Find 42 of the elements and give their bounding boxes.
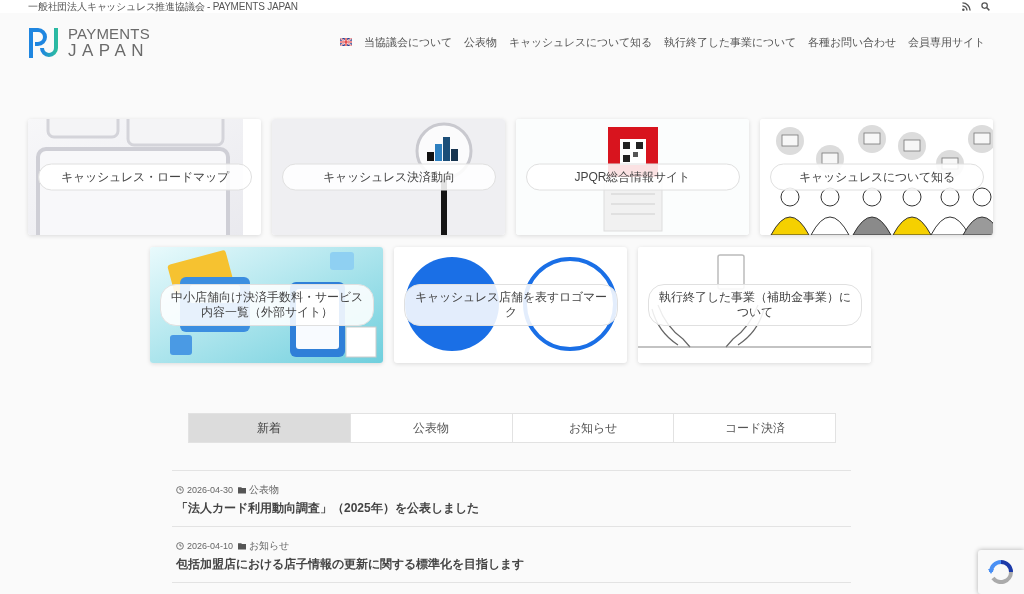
rss-icon[interactable] xyxy=(962,2,971,11)
post-category[interactable]: お知らせ xyxy=(249,538,290,553)
tab[interactable]: お知らせ xyxy=(511,414,674,442)
post-date: 2026-04-10 xyxy=(187,540,234,551)
card-link[interactable]: キャッシュレスについて知る xyxy=(769,163,984,191)
menu-card[interactable]: キャッシュレス決済動向 xyxy=(272,119,505,235)
post-title[interactable]: 包括加盟店における店子情報の更新に関する標準化を目指します xyxy=(176,556,847,572)
tab[interactable]: 公表物 xyxy=(349,414,512,442)
nav-link[interactable]: 当協議会について xyxy=(364,34,452,50)
menu-card[interactable]: キャッシュレス・ロードマップ xyxy=(28,119,261,235)
card-link[interactable]: 中小店舗向け決済手数料・サービス内容一覧（外部サイト） xyxy=(159,284,374,326)
circular-arrows-icon xyxy=(988,559,1014,585)
logo-text: PAYMENTS xyxy=(68,25,150,41)
nav-link[interactable]: キャッシュレスについて知る xyxy=(509,34,652,50)
tab[interactable]: コード決済 xyxy=(673,414,835,442)
nav-link[interactable]: 会員専用サイト xyxy=(908,34,985,50)
card-link[interactable]: キャッシュレス決済動向 xyxy=(281,163,496,191)
nav-link[interactable]: 公表物 xyxy=(464,34,497,50)
folder-icon xyxy=(238,485,247,494)
nav-link[interactable]: 執行終了した事業について xyxy=(664,34,796,50)
menu-card[interactable]: 中小店舗向け決済手数料・サービス内容一覧（外部サイト） xyxy=(150,247,383,363)
nav-link[interactable]: 各種お問い合わせ xyxy=(808,34,896,50)
menu-card[interactable]: キャッシュレス店舗を表すロゴマーク xyxy=(394,247,627,363)
site-name: 一般社団法人キャッシュレス推進協議会 - PAYMENTS JAPAN xyxy=(28,0,298,13)
clock-icon xyxy=(176,485,184,494)
menu-card[interactable]: JPQR総合情報サイト xyxy=(516,119,749,235)
card-link[interactable]: 執行終了した事業（補助金事業）について xyxy=(647,284,862,326)
post-category[interactable]: 公表物 xyxy=(249,482,280,497)
card-link[interactable]: JPQR総合情報サイト xyxy=(525,163,740,191)
post-date: 2026-04-30 xyxy=(187,484,234,495)
menu-card[interactable]: 執行終了した事業（補助金事業）について xyxy=(638,247,871,363)
search-icon[interactable] xyxy=(981,2,990,11)
folder-icon xyxy=(238,541,247,550)
logo-text: JAPAN xyxy=(68,41,150,59)
post-title[interactable]: 「法人カード利用動向調査」（2025年）を公表しました xyxy=(176,500,847,516)
card-link[interactable]: キャッシュレス店舗を表すロゴマーク xyxy=(403,284,618,326)
tab[interactable]: 新着 xyxy=(189,414,350,442)
clock-icon xyxy=(176,541,184,550)
captcha-badge[interactable] xyxy=(978,550,1024,594)
card-link[interactable]: キャッシュレス・ロードマップ xyxy=(37,163,252,191)
menu-card[interactable]: キャッシュレスについて知る xyxy=(760,119,993,235)
flag-icon[interactable] xyxy=(340,38,352,46)
